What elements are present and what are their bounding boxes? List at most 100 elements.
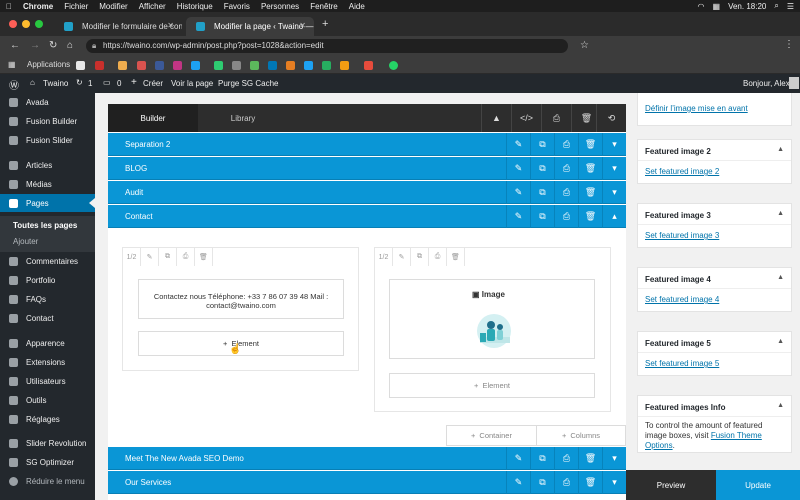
image-element[interactable]: ▣ Image <box>389 279 595 359</box>
edit-icon[interactable]: ✎ <box>506 157 530 180</box>
close-window-icon[interactable] <box>9 20 17 28</box>
bookmark-icon[interactable] <box>191 61 200 70</box>
menu-view[interactable]: Afficher <box>139 2 166 11</box>
sidebar-item-articles[interactable]: Articles <box>0 156 95 174</box>
section-row[interactable]: Audit ✎ ⧉ ⎙ 🗑︎ ▾ <box>108 181 626 204</box>
chevron-down-icon[interactable]: ▾ <box>602 447 626 470</box>
edit-icon[interactable]: ✎ <box>506 205 530 228</box>
update-button[interactable]: Update <box>716 470 800 500</box>
add-element-button[interactable]: + Element <box>389 373 595 398</box>
menu-history[interactable]: Historique <box>177 2 213 11</box>
sidebar-item-slider-revolution[interactable]: Slider Revolution <box>0 434 95 452</box>
view-page-link[interactable]: Voir la page <box>171 79 213 88</box>
section-row[interactable]: BLOG ✎ ⧉ ⎙ 🗑︎ ▾ <box>108 157 626 180</box>
sidebar-item-contact[interactable]: Contact <box>0 309 95 327</box>
clone-icon[interactable]: ⧉ <box>530 447 554 470</box>
sidebar-item-plugins[interactable]: Extensions <box>0 353 95 371</box>
minimize-window-icon[interactable] <box>22 20 30 28</box>
new-content-link[interactable]: Créer <box>143 79 163 88</box>
bookmark-icon[interactable] <box>304 61 313 70</box>
search-icon[interactable]: ⌕ <box>774 1 778 11</box>
menu-file[interactable]: Fichier <box>64 2 88 11</box>
browser-tab[interactable]: Modifier le formulaire de conta ✕ <box>54 17 182 36</box>
save-icon[interactable]: ⎙ <box>429 248 447 266</box>
reload-icon[interactable]: ↻ <box>49 40 57 51</box>
clone-icon[interactable]: ⧉ <box>411 248 429 266</box>
bookmark-icon[interactable] <box>322 61 331 70</box>
bookmark-icon[interactable] <box>155 61 164 70</box>
save-icon[interactable]: ⎙ <box>554 181 578 204</box>
bookmark-icon[interactable] <box>364 61 373 70</box>
apps-bookmark[interactable]: Applications <box>27 60 70 69</box>
save-icon[interactable]: ⎙ <box>554 447 578 470</box>
close-tab-icon[interactable]: ✕ <box>299 21 306 30</box>
avatar[interactable] <box>789 77 799 89</box>
bookmark-icon[interactable] <box>118 61 127 70</box>
save-icon[interactable]: ⎙ <box>177 248 195 266</box>
menu-bookmarks[interactable]: Favoris <box>224 2 250 11</box>
sidebar-item-appearance[interactable]: Apparence <box>0 334 95 352</box>
set-featured-image-link[interactable]: Set featured image 5 <box>645 359 719 368</box>
bookmark-icon[interactable] <box>232 61 241 70</box>
clock[interactable]: Ven. 18:20 <box>728 2 766 11</box>
add-container-button[interactable]: + Container <box>446 425 536 446</box>
code-icon[interactable]: </> <box>511 104 541 132</box>
account-greeting[interactable]: Bonjour, Alex <box>743 79 790 88</box>
comments-icon[interactable]: ▭ <box>103 78 111 87</box>
menu-help[interactable]: Aide <box>349 2 365 11</box>
chevron-up-icon[interactable]: ▲ <box>777 210 784 217</box>
tab-builder[interactable]: Builder <box>108 104 198 132</box>
more-icon[interactable]: ⋮ <box>784 39 794 50</box>
sidebar-item-users[interactable]: Utilisateurs <box>0 372 95 390</box>
comments-count[interactable]: 0 <box>117 79 121 88</box>
wifi-icon[interactable]: ◠ <box>698 2 705 11</box>
save-template-icon[interactable]: ⎙ <box>541 104 571 132</box>
sidebar-item-comments[interactable]: Commentaires <box>0 252 95 270</box>
save-icon[interactable]: ⎙ <box>554 157 578 180</box>
menu-icon[interactable]: ☰ <box>787 2 794 11</box>
trash-icon[interactable]: 🗑︎ <box>578 181 602 204</box>
clone-icon[interactable]: ⧉ <box>530 133 554 156</box>
sidebar-item-media[interactable]: Médias <box>0 175 95 193</box>
sidebar-item-fusion-builder[interactable]: Fusion Builder <box>0 112 95 130</box>
save-icon[interactable]: ⎙ <box>554 133 578 156</box>
purge-cache-link[interactable]: Purge SG Cache <box>218 79 278 88</box>
set-featured-image-link[interactable]: Set featured image 3 <box>645 231 719 240</box>
back-icon[interactable]: ← <box>10 40 20 51</box>
edit-icon[interactable]: ✎ <box>506 447 530 470</box>
flag-icon[interactable]: ▦ <box>713 2 721 11</box>
clone-icon[interactable]: ⧉ <box>159 248 177 266</box>
trash-icon[interactable]: 🗑︎ <box>578 447 602 470</box>
close-tab-icon[interactable]: ✕ <box>167 21 174 30</box>
set-featured-image-link[interactable]: Set featured image 4 <box>645 295 719 304</box>
menu-edit[interactable]: Modifier <box>99 2 127 11</box>
chevron-up-icon[interactable]: ▲ <box>777 274 784 281</box>
chevron-up-icon[interactable]: ▴ <box>602 205 626 228</box>
sidebar-item-fusion-slider[interactable]: Fusion Slider <box>0 131 95 149</box>
trash-icon[interactable]: 🗑︎ <box>578 133 602 156</box>
sidebar-item-faqs[interactable]: FAQs <box>0 290 95 308</box>
chevron-up-icon[interactable]: ▲ <box>777 402 784 409</box>
section-row[interactable]: Separation 2 ✎ ⧉ ⎙ 🗑︎ ▾ <box>108 133 626 156</box>
edit-icon[interactable]: ✎ <box>506 181 530 204</box>
sidebar-item-sg-optimizer[interactable]: SG Optimizer <box>0 453 95 471</box>
chevron-down-icon[interactable]: ▾ <box>602 157 626 180</box>
bookmark-icon[interactable] <box>173 61 182 70</box>
sidebar-item-portfolio[interactable]: Portfolio <box>0 271 95 289</box>
clone-icon[interactable]: ⧉ <box>530 181 554 204</box>
clone-icon[interactable]: ⧉ <box>530 157 554 180</box>
set-featured-image-link[interactable]: Set featured image 2 <box>645 167 719 176</box>
edit-icon[interactable]: ✎ <box>141 248 159 266</box>
clone-icon[interactable]: ⧉ <box>530 471 554 494</box>
column-size[interactable]: 1/2 <box>123 248 141 266</box>
collapse-all-icon[interactable]: ▲ <box>481 104 511 132</box>
section-row-expanded[interactable]: Contact ✎ ⧉ ⎙ 🗑︎ ▴ <box>108 205 626 228</box>
bookmark-icon[interactable] <box>268 61 277 70</box>
save-icon[interactable]: ⎙ <box>554 205 578 228</box>
clone-icon[interactable]: ⧉ <box>530 205 554 228</box>
maximize-window-icon[interactable] <box>35 20 43 28</box>
bookmark-icon[interactable] <box>214 61 223 70</box>
trash-icon[interactable]: 🗑︎ <box>578 205 602 228</box>
trash-icon[interactable]: 🗑︎ <box>195 248 213 266</box>
browser-tab-active[interactable]: Modifier la page ‹ Twaino — W ✕ <box>186 17 314 36</box>
